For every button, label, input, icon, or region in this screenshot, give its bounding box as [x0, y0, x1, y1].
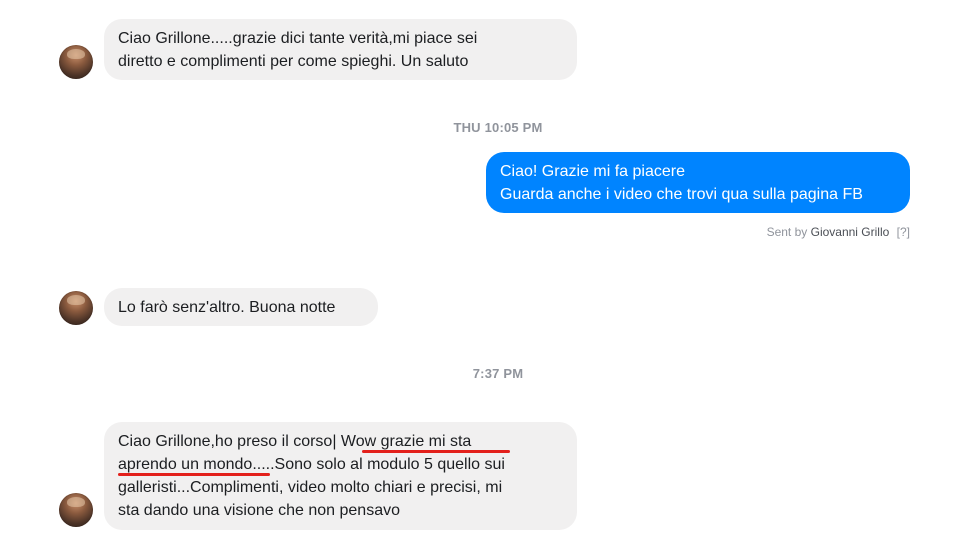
contact-avatar[interactable]: [59, 493, 93, 527]
highlighted-text: Wow grazie mi sta: [340, 433, 472, 450]
sent-by-author-link[interactable]: Giovanni Grillo: [811, 225, 890, 239]
sent-by-prefix: Sent by: [766, 225, 808, 239]
message-text-line: diretto e complimenti per come spieghi. …: [118, 53, 469, 70]
message-text-line: Ciao Grillone.....grazie dici tante veri…: [118, 30, 478, 47]
contact-avatar[interactable]: [59, 45, 93, 79]
message-text-segment: .....Sono solo al modulo 5 quello sui: [252, 456, 505, 473]
sent-by-label: Sent by Giovanni Grillo [?]: [767, 225, 910, 239]
message-text-line: Guarda anche i video che trovi qua sulla…: [500, 186, 863, 203]
incoming-message-bubble[interactable]: Ciao Grillone,ho preso il corso| Wow gra…: [104, 422, 577, 530]
incoming-message-bubble[interactable]: Ciao Grillone.....grazie dici tante veri…: [104, 19, 577, 80]
highlight-underline: [362, 450, 510, 453]
message-text-segment: Ciao Grillone,ho preso il corso|: [118, 433, 341, 450]
message-text-line: galleristi...Complimenti, video molto ch…: [118, 479, 503, 496]
timestamp-divider: 7:37 PM: [472, 366, 524, 381]
incoming-message-bubble[interactable]: Lo farò senz'altro. Buona notte: [104, 288, 378, 326]
message-text-line: Ciao! Grazie mi fa piacere: [500, 163, 685, 180]
outgoing-message-bubble[interactable]: Ciao! Grazie mi fa piacere Guarda anche …: [486, 152, 910, 213]
highlighted-text: aprendo un mondo: [118, 456, 253, 473]
timestamp-divider: THU 10:05 PM: [453, 120, 543, 135]
contact-avatar[interactable]: [59, 291, 93, 325]
sent-by-help-link[interactable]: [?]: [897, 225, 910, 239]
message-text-line: sta dando una visione che non pensavo: [118, 502, 400, 519]
message-text-line: Lo farò senz'altro. Buona notte: [118, 299, 336, 316]
highlight-underline: [118, 473, 270, 476]
